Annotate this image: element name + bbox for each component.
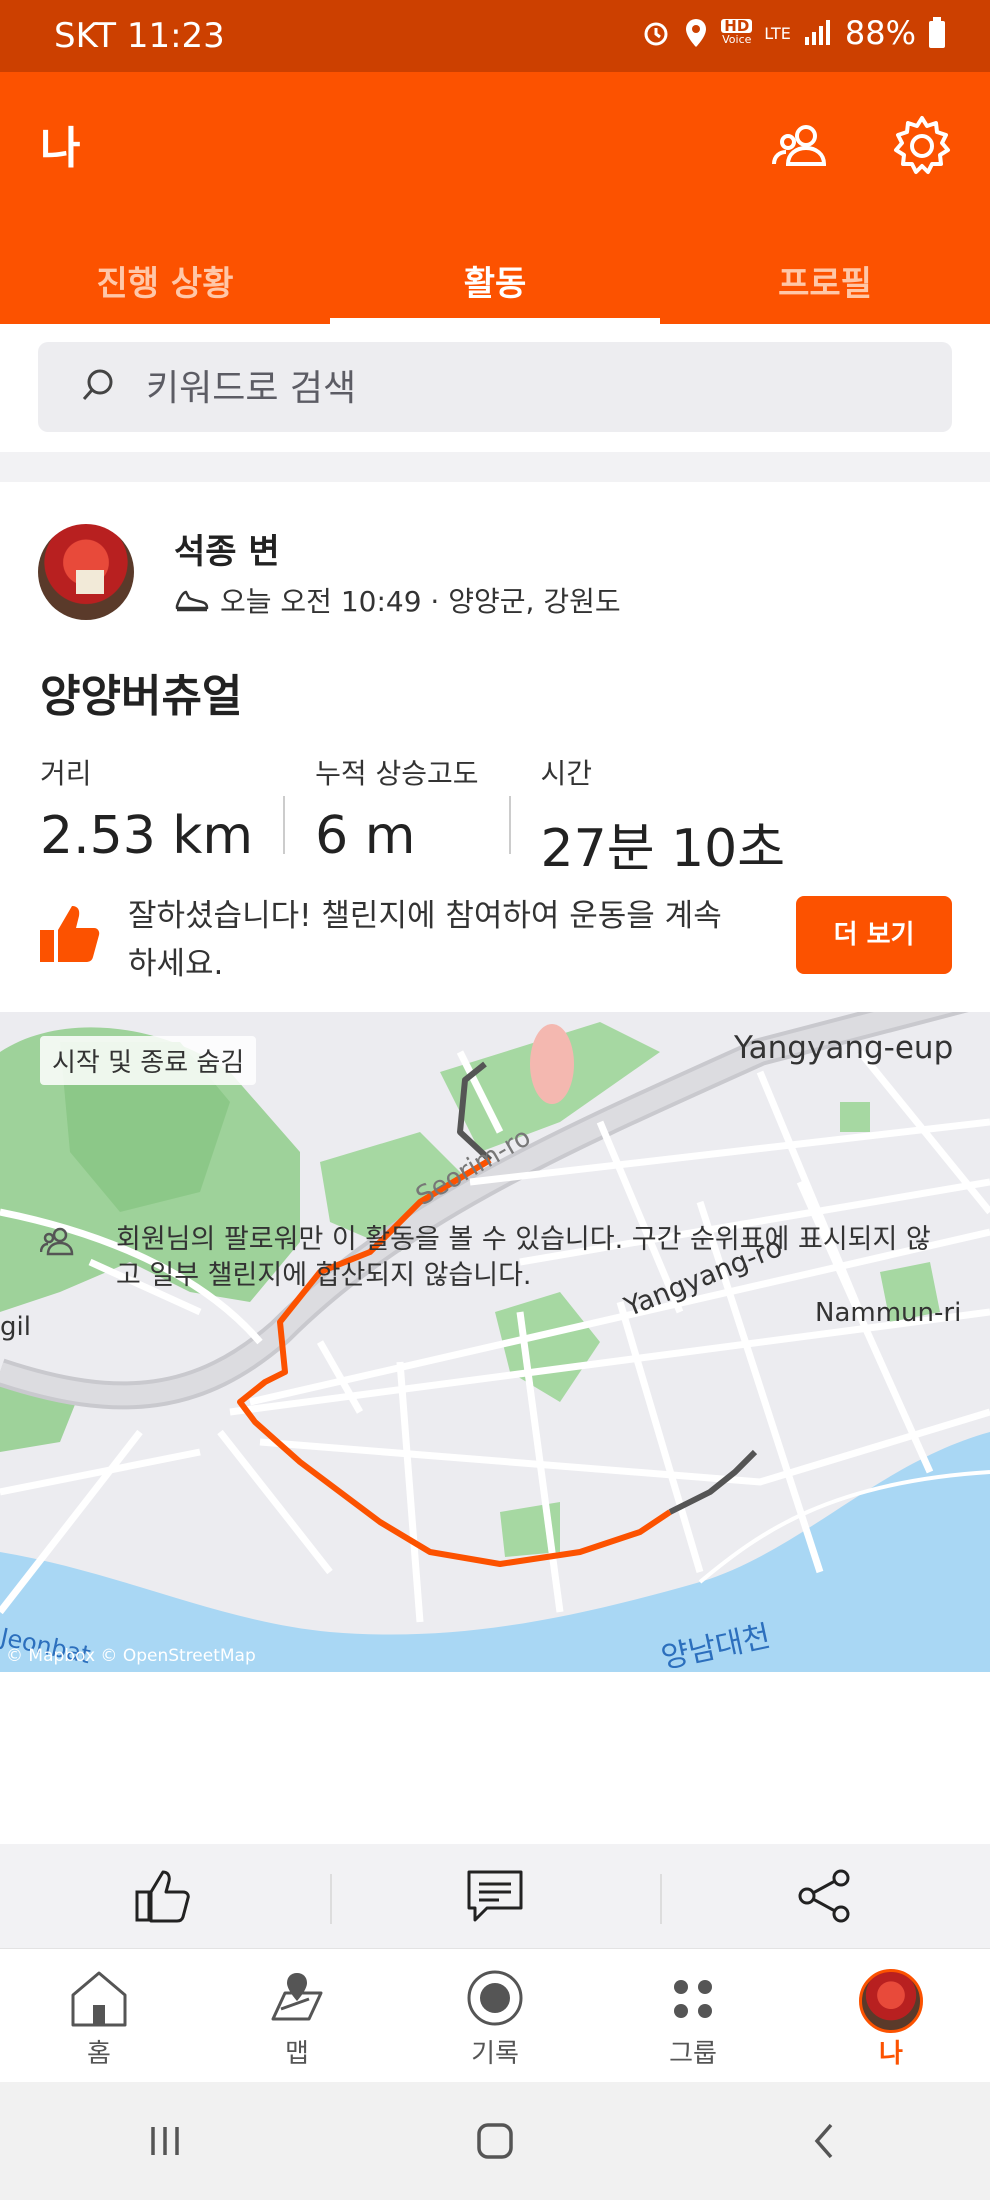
privacy-text: 회원님의 팔로워만 이 활동을 볼 수 있습니다. 구간 순위표에 표시되지 않…	[116, 1224, 931, 1291]
hide-start-end-toggle[interactable]: 시작 및 종료 숨김	[40, 1036, 257, 1085]
alarm-icon	[644, 22, 668, 46]
tab-progress[interactable]: 진행 상황	[0, 232, 330, 324]
promo-message: 잘하셨습니다! 챌린지에 참여하여 운동을 계속하세요.	[128, 898, 722, 982]
groups-icon	[674, 1980, 712, 2018]
activity-title[interactable]: 양양버츄얼	[40, 660, 242, 724]
stat-divider	[283, 796, 286, 854]
athlete-avatar[interactable]	[38, 524, 134, 620]
activity-card[interactable]: 석종 변 오늘 오전 10:49 · 양양군, 강원도 양양버츄얼 거리 2.5…	[0, 482, 990, 1844]
activity-stats: 거리 2.53 km 누적 상승고도 6 m 시간 27분 10초	[40, 752, 815, 881]
lte-label: LTE	[764, 23, 791, 43]
share-icon	[798, 1869, 850, 1923]
record-icon	[467, 1970, 523, 2026]
activity-meta: 오늘 오전 10:49 · 양양군, 강원도	[174, 580, 621, 620]
thumbs-up-icon	[40, 906, 100, 962]
stat-time: 시간 27분 10초	[540, 757, 786, 879]
battery-icon	[929, 17, 945, 48]
see-more-button[interactable]: 더 보기	[796, 896, 952, 974]
challenge-promo: 잘하셨습니다! 챌린지에 참여하여 운동을 계속하세요. 더 보기	[40, 884, 952, 994]
athlete-name[interactable]: 석종 변	[174, 524, 280, 573]
nav-record[interactable]: 기록	[396, 1949, 594, 2083]
bottom-nav: 홈 맵 기록 그룹 나	[0, 1948, 990, 2083]
status-icons: HD Voice LTE 88%	[641, 14, 946, 52]
home-icon	[71, 1971, 127, 2027]
search-box	[38, 342, 952, 434]
system-nav-bar	[0, 2082, 990, 2200]
map-label: Yangyang-eup	[734, 1030, 954, 1066]
carrier-time: SKT 11:23	[54, 16, 225, 56]
stat-elevation: 누적 상승고도 6 m	[315, 757, 479, 866]
home-button-icon[interactable]	[475, 2121, 515, 2161]
recent-apps-icon[interactable]	[145, 2121, 185, 2161]
app-header: 나 진행 상황 활동 프로필	[0, 72, 990, 324]
tab-profile[interactable]: 프로필	[660, 232, 990, 324]
avatar	[859, 1969, 923, 2033]
stat-divider	[508, 796, 511, 854]
comment-icon	[467, 1870, 523, 1922]
share-button[interactable]	[660, 1844, 990, 1948]
header-tabs: 진행 상황 활동 프로필	[0, 232, 990, 324]
search-icon	[82, 369, 113, 400]
signal-icon	[804, 20, 830, 45]
back-icon[interactable]	[805, 2121, 845, 2161]
hd-voice-badge: HD Voice	[721, 17, 753, 46]
page-title: 나	[40, 123, 81, 174]
tab-activities[interactable]: 활동	[330, 232, 660, 324]
stat-distance: 거리 2.53 km	[40, 757, 254, 866]
search-section	[0, 324, 990, 452]
map-attribution: © Mapbox © OpenStreetMap	[6, 1646, 256, 1666]
walking-shoe-icon	[175, 590, 209, 612]
followers-icon	[40, 1227, 74, 1256]
status-bar: SKT 11:23 HD Voice LTE 88%	[0, 0, 990, 72]
battery-percent: 88%	[844, 14, 916, 52]
nav-groups[interactable]: 그룹	[594, 1949, 792, 2083]
privacy-notice: 회원님의 팔로워만 이 활동을 볼 수 있습니다. 구간 순위표에 표시되지 않…	[0, 1192, 990, 1364]
map-icon	[271, 1973, 323, 2021]
activity-actions	[0, 1844, 990, 1948]
location-icon	[686, 19, 707, 47]
nav-maps[interactable]: 맵	[198, 1949, 396, 2083]
nav-home[interactable]: 홈	[0, 1949, 198, 2083]
kudos-button[interactable]	[0, 1844, 330, 1948]
nav-you[interactable]: 나	[792, 1949, 990, 2083]
thumbs-up-outline-icon	[135, 1870, 190, 1923]
settings-gear-icon[interactable]	[890, 114, 954, 178]
comment-button[interactable]	[330, 1844, 660, 1948]
search-input[interactable]	[144, 342, 928, 434]
find-friends-icon[interactable]	[770, 114, 834, 178]
